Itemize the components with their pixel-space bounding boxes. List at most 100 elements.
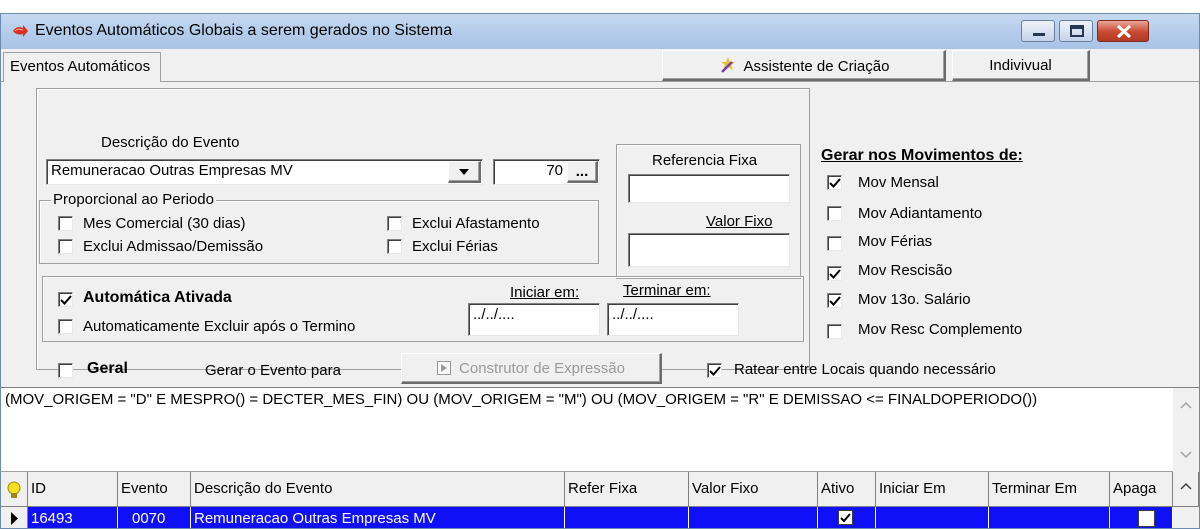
play-icon — [437, 361, 452, 375]
col-descricao[interactable]: Descrição do Evento — [191, 472, 565, 507]
iniciar-value: ../../.... — [473, 306, 515, 323]
close-icon — [1116, 24, 1132, 39]
row-pointer-icon — [11, 512, 18, 525]
proporcional-title: Proporcional ao Periodo — [51, 191, 216, 208]
form-panel: Descrição do Evento Remuneracao Outras E… — [1, 82, 1199, 387]
table-row[interactable]: 16493 0070 Remuneracao Outras Empresas M… — [28, 507, 1173, 528]
close-button[interactable] — [1097, 20, 1149, 42]
cell-ativo[interactable] — [818, 507, 876, 528]
grid-scrollbar-track[interactable] — [1173, 507, 1199, 528]
cell-apaga[interactable] — [1110, 507, 1173, 528]
mov-ferias-label: Mov Férias — [858, 233, 933, 250]
automatica-checkbox[interactable] — [58, 292, 73, 307]
maximize-button[interactable] — [1059, 20, 1093, 42]
lightbulb-icon — [7, 481, 21, 498]
tab-bar: Eventos Automáticos Assistente de Criaçã… — [1, 49, 1199, 82]
col-evento[interactable]: Evento — [118, 472, 191, 507]
exclui-ferias-label: Exclui Férias — [412, 238, 498, 255]
movimentos-title: Gerar nos Movimentos de: — [821, 147, 1023, 164]
iniciar-label: Iniciar em: — [510, 284, 580, 301]
scroll-arrows-icon — [1180, 401, 1192, 459]
col-ativo[interactable]: Ativo — [818, 472, 876, 507]
mov-ferias-checkbox[interactable] — [827, 236, 842, 251]
valor-fixo-label: Valor Fixo — [706, 213, 773, 230]
descricao-label: Descrição do Evento — [101, 134, 240, 151]
ativo-checkbox[interactable] — [838, 510, 853, 525]
cell-evento: 0070 — [118, 507, 191, 528]
individual-button[interactable]: Indivivual — [952, 50, 1090, 81]
expression-text: (MOV_ORIGEM = "D" E MESPRO() = DECTER_ME… — [5, 391, 1038, 408]
check-icon — [829, 296, 841, 306]
col-id[interactable]: ID — [28, 472, 118, 507]
mes-comercial-checkbox[interactable] — [58, 216, 73, 231]
wizard-icon — [720, 57, 735, 73]
descricao-combo[interactable]: Remuneracao Outras Empresas MV — [46, 159, 483, 185]
mes-comercial-label: Mes Comercial (30 dias) — [83, 215, 246, 232]
ratear-label: Ratear entre Locais quando necessário — [734, 361, 996, 378]
minimize-button[interactable] — [1021, 20, 1055, 42]
descricao-value: Remuneracao Outras Empresas MV — [51, 162, 293, 179]
col-apaga[interactable]: Apaga — [1110, 472, 1173, 507]
cell-iniciar — [876, 507, 989, 528]
codigo-value: 70 — [546, 162, 563, 179]
codigo-lookup-button[interactable]: ... — [567, 161, 598, 183]
mov-resc-complemento-checkbox[interactable] — [827, 324, 842, 339]
mov-mensal-checkbox[interactable] — [827, 175, 842, 190]
mov-resc-complemento-label: Mov Resc Complemento — [858, 321, 1023, 338]
referencia-label: Referencia Fixa — [652, 152, 758, 169]
exclui-admissao-checkbox[interactable] — [58, 239, 73, 254]
main-window: Eventos Automáticos Globais a serem gera… — [0, 13, 1200, 529]
maximize-icon — [1070, 25, 1084, 37]
wizard-button[interactable]: Assistente de Criação — [662, 50, 946, 81]
red-arrow-icon — [13, 25, 28, 37]
check-icon — [829, 269, 841, 279]
mov-13-label: Mov 13o. Salário — [858, 291, 971, 308]
geral-checkbox[interactable] — [58, 363, 73, 378]
auto-excluir-checkbox[interactable] — [58, 319, 73, 334]
expression-memo[interactable]: (MOV_ORIGEM = "D" E MESPRO() = DECTER_ME… — [1, 387, 1199, 472]
window-title: Eventos Automáticos Globais a serem gera… — [35, 22, 453, 39]
referencia-field[interactable] — [628, 174, 790, 203]
col-valor-fixo[interactable]: Valor Fixo — [689, 472, 818, 507]
apaga-checkbox[interactable] — [1138, 510, 1155, 527]
cell-id: 16493 — [28, 507, 118, 528]
gerar-para-label: Gerar o Evento para — [205, 362, 341, 379]
exclui-ferias-checkbox[interactable] — [387, 239, 402, 254]
mov-mensal-label: Mov Mensal — [858, 174, 939, 191]
exclui-admissao-label: Exclui Admissao/Demissão — [83, 238, 264, 255]
col-refer-fixa[interactable]: Refer Fixa — [565, 472, 689, 507]
chevron-up-icon — [1180, 482, 1192, 490]
iniciar-field[interactable]: ../../.... — [468, 303, 600, 336]
mov-13-checkbox[interactable] — [827, 293, 842, 308]
valor-fixo-field[interactable] — [628, 233, 790, 267]
tab-eventos-automaticos[interactable]: Eventos Automáticos — [3, 52, 162, 82]
exclui-afastamento-label: Exclui Afastamento — [412, 215, 540, 232]
mov-rescisao-checkbox[interactable] — [827, 266, 842, 281]
terminar-value: ../../.... — [612, 306, 654, 323]
cell-valor — [689, 507, 818, 528]
events-grid[interactable]: ID Evento Descrição do Evento Refer Fixa… — [1, 472, 1199, 528]
construtor-label: Construtor de Expressão — [459, 360, 625, 377]
memo-scrollbar[interactable] — [1173, 388, 1199, 472]
terminar-label: Terminar em: — [623, 282, 711, 299]
check-icon — [60, 295, 72, 305]
title-bar[interactable]: Eventos Automáticos Globais a serem gera… — [1, 14, 1199, 49]
exclui-afastamento-checkbox[interactable] — [387, 216, 402, 231]
col-terminar-em[interactable]: Terminar Em — [989, 472, 1110, 507]
cell-terminar — [989, 507, 1110, 528]
construtor-button[interactable]: Construtor de Expressão — [401, 353, 662, 384]
mov-adiantamento-checkbox[interactable] — [827, 206, 842, 221]
cell-refer — [565, 507, 689, 528]
mov-adiantamento-label: Mov Adiantamento — [858, 205, 983, 222]
wizard-button-label: Assistente de Criação — [743, 58, 890, 75]
mov-rescisao-label: Mov Rescisão — [858, 262, 953, 279]
ratear-checkbox[interactable] — [707, 363, 722, 378]
check-icon — [829, 178, 841, 188]
col-iniciar-em[interactable]: Iniciar Em — [876, 472, 989, 507]
terminar-field[interactable]: ../../.... — [607, 303, 739, 336]
minimize-icon — [1033, 33, 1045, 36]
grid-scroll-up[interactable] — [1173, 472, 1199, 507]
grid-indicator-header — [1, 472, 28, 507]
dropdown-button[interactable] — [448, 161, 481, 183]
cell-descricao: Remuneracao Outras Empresas MV — [191, 507, 565, 528]
